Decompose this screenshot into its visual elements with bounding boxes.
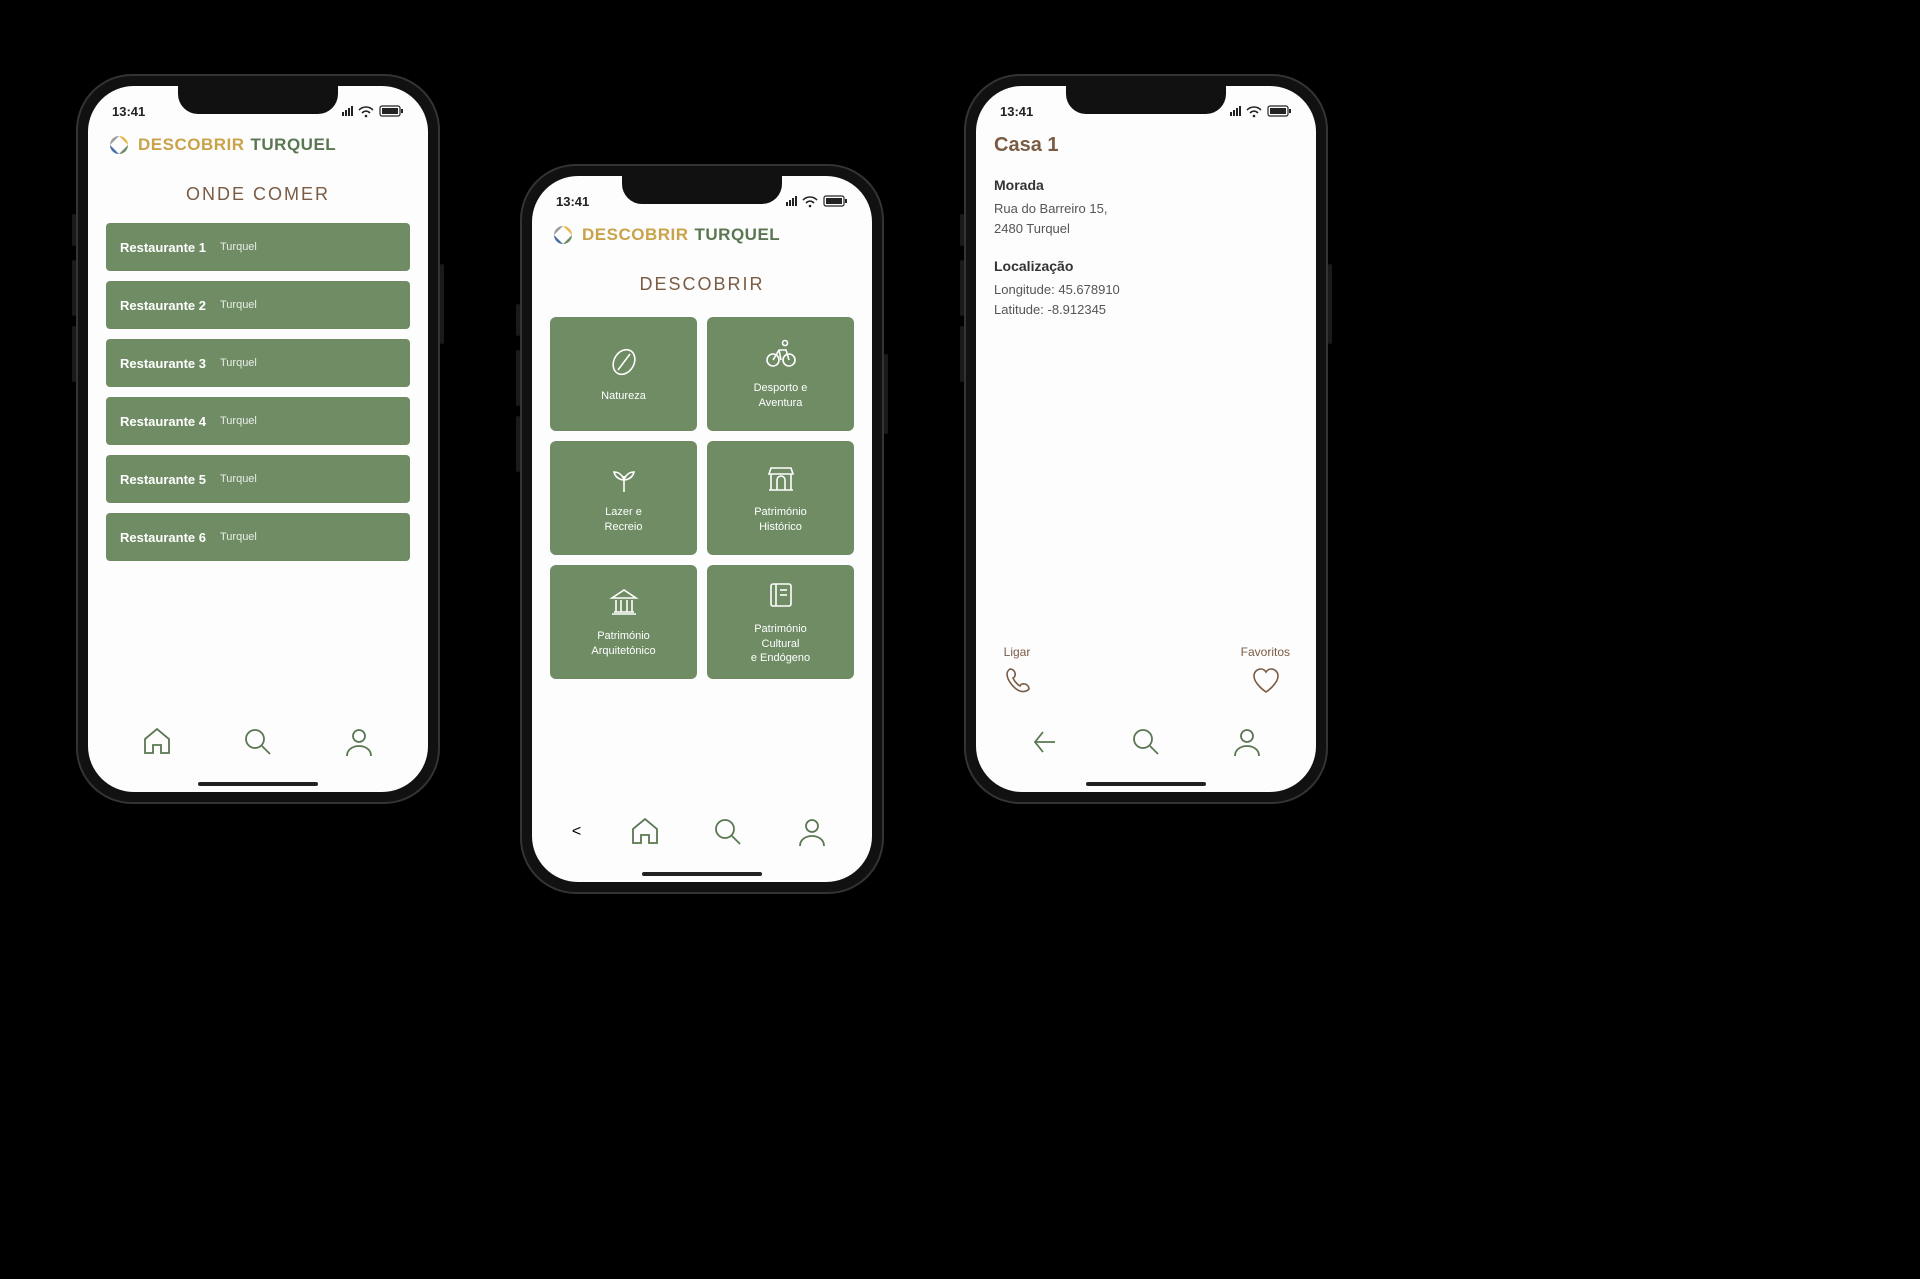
status-time: 13:41 bbox=[1000, 104, 1033, 119]
list-item-sub: Turquel bbox=[220, 473, 257, 485]
favorite-label: Favoritos bbox=[1241, 645, 1290, 659]
detail-title: Casa 1 bbox=[994, 134, 1298, 157]
list-item[interactable]: Restaurante 5 Turquel bbox=[106, 455, 410, 503]
list-item-sub: Turquel bbox=[220, 357, 257, 369]
nav-back-button[interactable] bbox=[1025, 722, 1065, 762]
battery-icon bbox=[379, 103, 404, 119]
logo-mark-icon bbox=[106, 132, 132, 158]
location-heading: Localização bbox=[994, 258, 1298, 274]
wifi-icon bbox=[357, 104, 375, 118]
home-indicator[interactable] bbox=[198, 782, 318, 786]
battery-icon bbox=[1267, 103, 1292, 119]
cellular-signal-icon bbox=[342, 106, 353, 116]
phone-mockup-descobrir: 13:41 DESCOBRIR TURQUEL DESCOBRIR Nature… bbox=[520, 164, 884, 894]
nav-profile-button[interactable] bbox=[339, 722, 379, 762]
device-notch bbox=[1066, 86, 1226, 114]
status-time: 13:41 bbox=[112, 104, 145, 119]
nav-search-button[interactable] bbox=[238, 722, 278, 762]
call-button[interactable]: Ligar bbox=[1002, 645, 1032, 698]
home-indicator[interactable] bbox=[1086, 782, 1206, 786]
tile-label: PatrimónioArquitetónico bbox=[591, 629, 655, 659]
arch-icon bbox=[765, 461, 797, 495]
list-item[interactable]: Restaurante 6 Turquel bbox=[106, 513, 410, 561]
phone-mockup-detail: 13:41 Casa 1 Morada Rua do Barreiro 15, … bbox=[964, 74, 1328, 804]
leaf-icon bbox=[608, 345, 640, 379]
app-logo: DESCOBRIR TURQUEL bbox=[106, 132, 410, 158]
status-time: 13:41 bbox=[556, 194, 589, 209]
restaurant-list: Restaurante 1 Turquel Restaurante 2 Turq… bbox=[106, 223, 410, 561]
list-item-name: Restaurante 2 bbox=[120, 298, 206, 313]
location-block: Localização Longitude: 45.678910 Latitud… bbox=[994, 258, 1298, 319]
wifi-icon bbox=[1245, 104, 1263, 118]
device-notch bbox=[622, 176, 782, 204]
nav-home-button[interactable] bbox=[625, 812, 665, 852]
phone-mockup-onde-comer: 13:41 DESCOBRIR TURQUEL ONDE COMER Resta… bbox=[76, 74, 440, 804]
category-grid: Natureza Desporto eAventura Lazer eRecre… bbox=[550, 317, 854, 679]
app-logo: DESCOBRIR TURQUEL bbox=[550, 222, 854, 248]
list-item-sub: Turquel bbox=[220, 531, 257, 543]
logo-word-2: TURQUEL bbox=[251, 135, 337, 155]
bottom-nav bbox=[994, 706, 1298, 778]
wifi-icon bbox=[801, 194, 819, 208]
latitude-value: Latitude: -8.912345 bbox=[994, 300, 1298, 320]
detail-actions: Ligar Favoritos bbox=[994, 645, 1298, 706]
nav-search-button[interactable] bbox=[708, 812, 748, 852]
longitude-value: Longitude: 45.678910 bbox=[994, 280, 1298, 300]
list-item[interactable]: Restaurante 1 Turquel bbox=[106, 223, 410, 271]
phone-icon bbox=[1002, 665, 1032, 698]
heart-icon bbox=[1250, 665, 1280, 698]
list-item-sub: Turquel bbox=[220, 299, 257, 311]
address-heading: Morada bbox=[994, 177, 1298, 193]
address-block: Morada Rua do Barreiro 15, 2480 Turquel bbox=[994, 177, 1298, 238]
address-line-2: 2480 Turquel bbox=[994, 219, 1298, 239]
tile-historico[interactable]: PatrimónioHistórico bbox=[707, 441, 854, 555]
nav-home-button[interactable] bbox=[137, 722, 177, 762]
home-indicator[interactable] bbox=[642, 872, 762, 876]
favorite-button[interactable]: Favoritos bbox=[1241, 645, 1290, 698]
tile-cultural[interactable]: PatrimónioCulturale Endógeno bbox=[707, 565, 854, 679]
list-item-name: Restaurante 4 bbox=[120, 414, 206, 429]
list-item[interactable]: Restaurante 3 Turquel bbox=[106, 339, 410, 387]
bike-icon bbox=[764, 337, 798, 371]
tile-lazer[interactable]: Lazer eRecreio bbox=[550, 441, 697, 555]
list-item-name: Restaurante 6 bbox=[120, 530, 206, 545]
tile-label: Natureza bbox=[601, 389, 646, 404]
list-item-sub: Turquel bbox=[220, 415, 257, 427]
list-item[interactable]: Restaurante 4 Turquel bbox=[106, 397, 410, 445]
list-item[interactable]: Restaurante 2 Turquel bbox=[106, 281, 410, 329]
tile-desporto[interactable]: Desporto eAventura bbox=[707, 317, 854, 431]
columns-icon bbox=[608, 585, 640, 619]
list-item-name: Restaurante 1 bbox=[120, 240, 206, 255]
logo-word-1: DESCOBRIR bbox=[138, 135, 245, 155]
logo-mark-icon bbox=[550, 222, 576, 248]
logo-word-2: TURQUEL bbox=[695, 225, 781, 245]
bottom-nav bbox=[106, 706, 410, 778]
book-icon bbox=[765, 578, 797, 612]
battery-icon bbox=[823, 193, 848, 209]
page-title: ONDE COMER bbox=[106, 184, 410, 205]
nav-profile-button[interactable] bbox=[1227, 722, 1267, 762]
bottom-nav: < bbox=[550, 796, 854, 868]
tile-label: PatrimónioHistórico bbox=[754, 505, 807, 535]
call-label: Ligar bbox=[1004, 645, 1031, 659]
tile-label: Desporto eAventura bbox=[754, 381, 808, 411]
nav-search-button[interactable] bbox=[1126, 722, 1166, 762]
list-item-name: Restaurante 5 bbox=[120, 472, 206, 487]
list-item-sub: Turquel bbox=[220, 241, 257, 253]
cellular-signal-icon bbox=[786, 196, 797, 206]
tile-label: PatrimónioCulturale Endógeno bbox=[751, 622, 810, 667]
logo-word-1: DESCOBRIR bbox=[582, 225, 689, 245]
nav-profile-button[interactable] bbox=[792, 812, 832, 852]
tile-label: Lazer eRecreio bbox=[605, 505, 643, 535]
device-notch bbox=[178, 86, 338, 114]
tile-natureza[interactable]: Natureza bbox=[550, 317, 697, 431]
tile-arquitetonico[interactable]: PatrimónioArquitetónico bbox=[550, 565, 697, 679]
list-item-name: Restaurante 3 bbox=[120, 356, 206, 371]
cellular-signal-icon bbox=[1230, 106, 1241, 116]
sprout-icon bbox=[608, 461, 640, 495]
page-title: DESCOBRIR bbox=[550, 274, 854, 295]
address-line-1: Rua do Barreiro 15, bbox=[994, 199, 1298, 219]
